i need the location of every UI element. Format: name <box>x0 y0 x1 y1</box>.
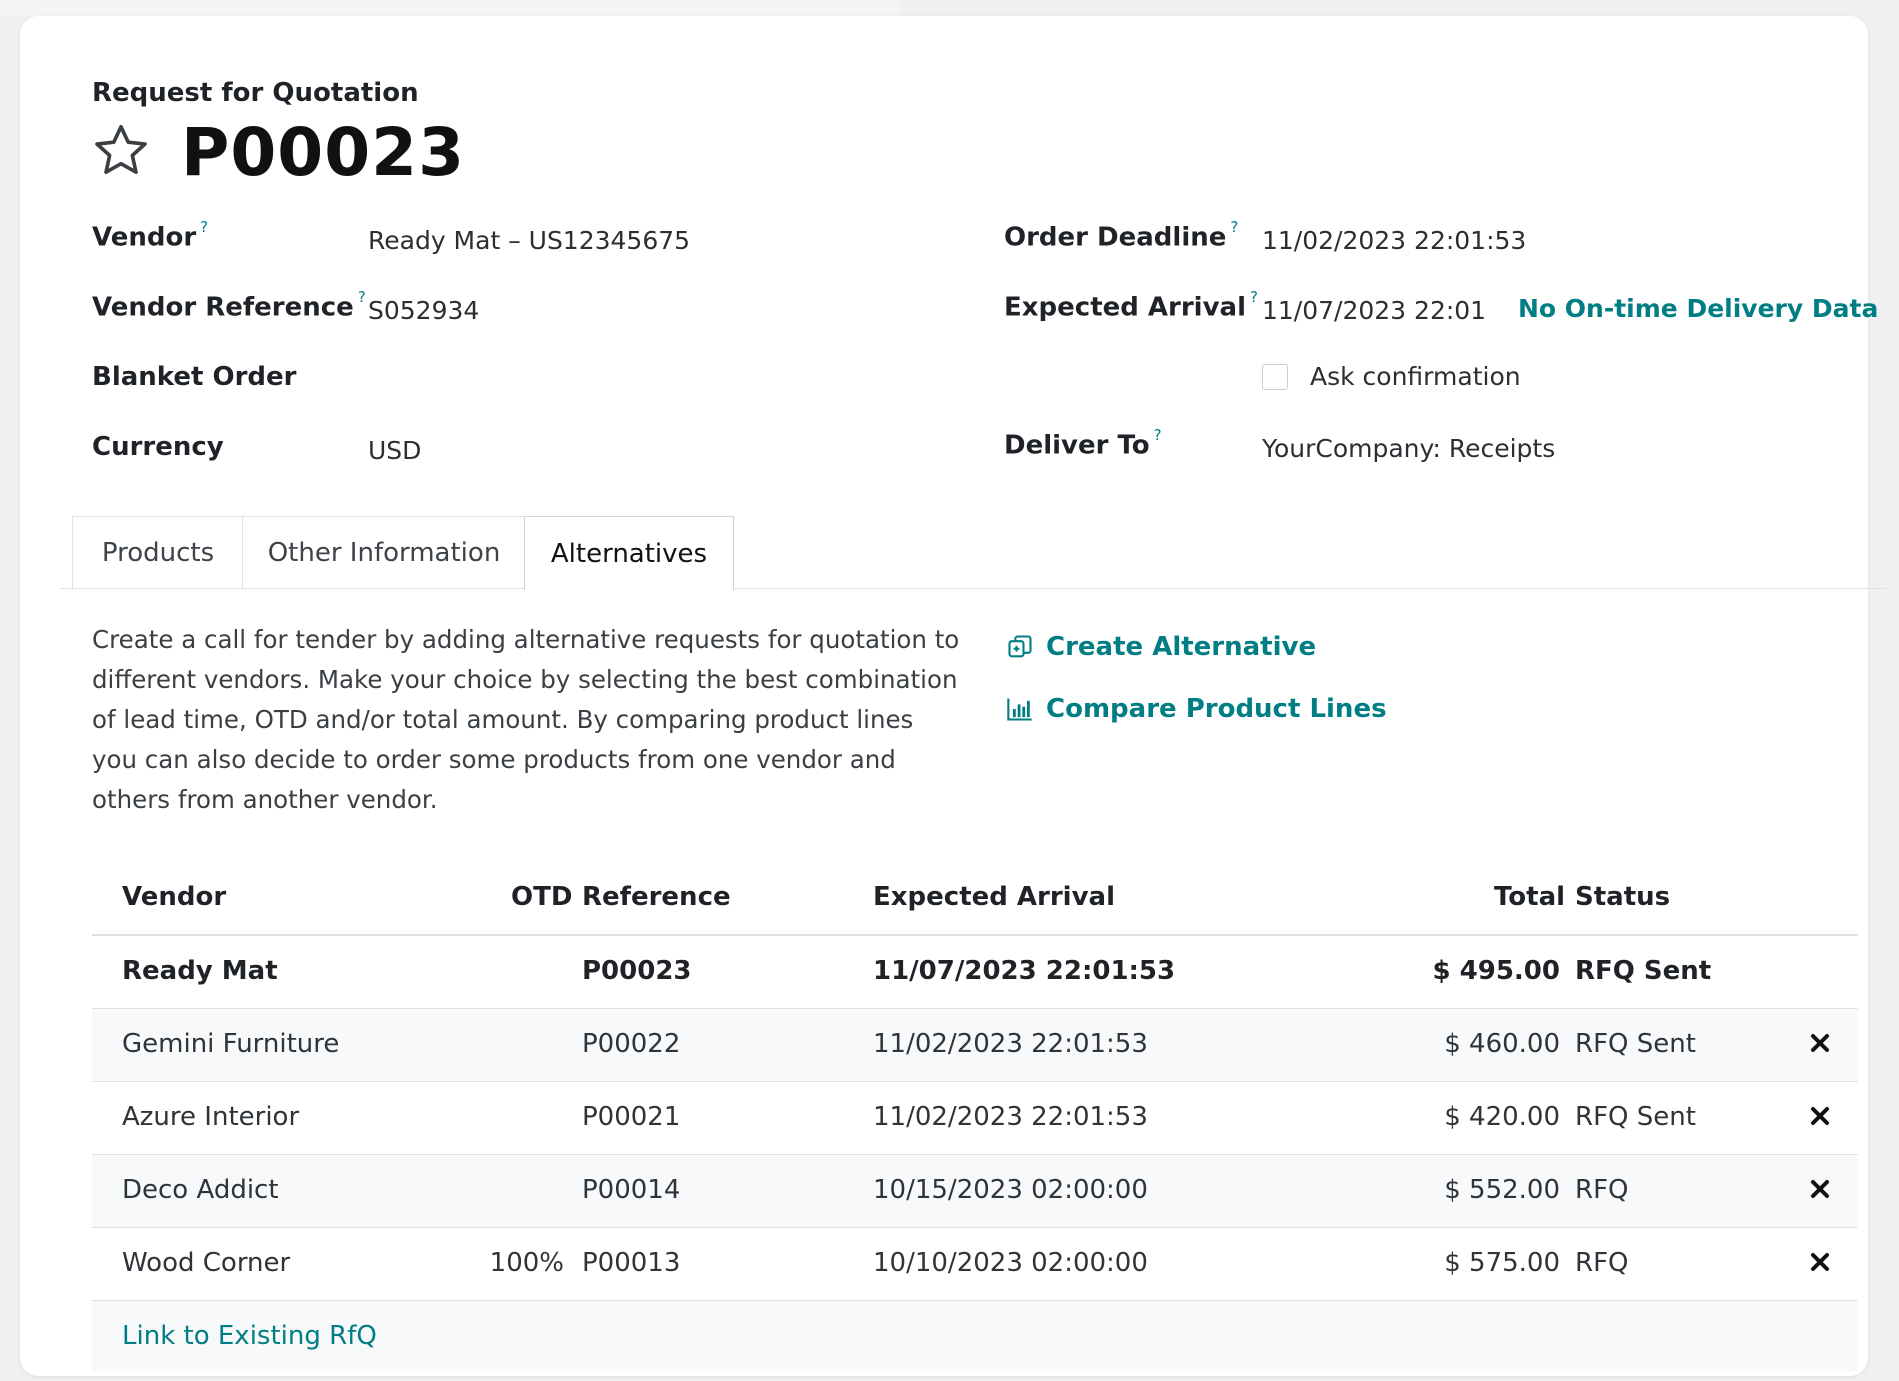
form-subtitle: Request for Quotation <box>92 78 419 108</box>
form-sheet: Request for Quotation P00023 Vendor? Rea… <box>20 16 1886 1376</box>
help-tooltip-icon[interactable]: ? <box>1230 218 1238 236</box>
row-vendor: Deco Addict <box>122 1175 279 1205</box>
ask-confirmation-checkbox[interactable] <box>1262 364 1288 390</box>
column-header-expected-arrival[interactable]: Expected Arrival <box>873 882 1115 912</box>
row-expected-arrival: 10/10/2023 02:00:00 <box>873 1248 1148 1278</box>
vendor-reference-label: Vendor Reference? <box>92 288 366 323</box>
row-reference: P00021 <box>582 1102 681 1132</box>
row-reference: P00022 <box>582 1029 681 1059</box>
row-reference: P00023 <box>582 956 692 986</box>
row-status: RFQ Sent <box>1575 1029 1696 1059</box>
row-total: $ 420.00 <box>1444 1102 1560 1132</box>
remove-icon[interactable] <box>1808 1104 1832 1128</box>
bar-chart-icon <box>1007 698 1032 721</box>
help-tooltip-icon[interactable]: ? <box>1154 426 1162 444</box>
vendor-field[interactable]: Ready Mat – US12345675 <box>368 226 690 255</box>
row-expected-arrival: 11/02/2023 22:01:53 <box>873 1102 1148 1132</box>
tabs-divider <box>60 588 1886 589</box>
row-expected-arrival: 11/07/2023 22:01:53 <box>873 956 1176 986</box>
star-icon[interactable] <box>90 120 152 182</box>
copy-icon <box>1008 635 1032 658</box>
column-header-reference[interactable]: Reference <box>582 882 731 912</box>
vendor-label-text: Vendor <box>92 222 197 253</box>
row-expected-arrival: 10/15/2023 02:00:00 <box>873 1175 1148 1205</box>
record-name: P00023 <box>181 114 465 191</box>
remove-icon[interactable] <box>1808 1031 1832 1055</box>
deliver-to-field[interactable]: YourCompany: Receipts <box>1262 434 1555 463</box>
table-row[interactable]: Deco Addict P00014 10/15/2023 02:00:00 $… <box>92 1155 1858 1228</box>
expected-arrival-label: Expected Arrival? <box>1004 288 1258 323</box>
column-header-status[interactable]: Status <box>1575 882 1670 912</box>
remove-icon[interactable] <box>1808 1177 1832 1201</box>
row-status: RFQ Sent <box>1575 956 1712 986</box>
currency-field[interactable]: USD <box>368 436 421 465</box>
expected-arrival-field[interactable]: 11/07/2023 22:01:5 <box>1262 296 1488 325</box>
top-background <box>0 0 900 16</box>
alternatives-help-text: Create a call for tender by adding alter… <box>92 625 960 814</box>
help-tooltip-icon[interactable]: ? <box>358 288 366 306</box>
compare-product-lines-label: Compare Product Lines <box>1046 694 1387 724</box>
tab-products[interactable]: Products <box>72 516 244 588</box>
create-alternative-label: Create Alternative <box>1046 632 1317 662</box>
tab-alternatives[interactable]: Alternatives <box>524 516 734 590</box>
table-row[interactable]: Azure Interior P00021 11/02/2023 22:01:5… <box>92 1082 1858 1155</box>
row-otd: 100% <box>489 1248 564 1278</box>
row-vendor: Ready Mat <box>122 956 278 986</box>
row-reference: P00013 <box>582 1248 681 1278</box>
compare-product-lines-button[interactable]: Compare Product Lines <box>1006 694 1387 724</box>
row-total: $ 460.00 <box>1444 1029 1560 1059</box>
row-status: RFQ Sent <box>1575 1102 1696 1132</box>
row-total: $ 495.00 <box>1432 956 1560 986</box>
alternatives-table: Vendor OTD Reference Expected Arrival To… <box>92 868 1858 1371</box>
help-tooltip-icon[interactable]: ? <box>200 218 208 236</box>
otd-delivery-note: No On-time Delivery Data <box>1518 294 1879 323</box>
row-status: RFQ <box>1575 1248 1629 1278</box>
order-deadline-field[interactable]: 11/02/2023 22:01:53 <box>1262 226 1526 255</box>
row-total: $ 552.00 <box>1444 1175 1560 1205</box>
blanket-order-field[interactable] <box>368 360 868 396</box>
expected-arrival-label-text: Expected Arrival <box>1004 292 1246 323</box>
vendor-label: Vendor? <box>92 218 208 253</box>
column-header-otd[interactable]: OTD <box>511 882 572 912</box>
link-existing-rfq-link[interactable]: Link to Existing RfQ <box>122 1321 377 1351</box>
row-expected-arrival: 11/02/2023 22:01:53 <box>873 1029 1148 1059</box>
row-reference: P00014 <box>582 1175 681 1205</box>
column-header-total[interactable]: Total <box>1494 882 1565 912</box>
table-row[interactable]: Wood Corner 100% P00013 10/10/2023 02:00… <box>92 1228 1858 1301</box>
vendor-reference-label-text: Vendor Reference <box>92 292 354 323</box>
ask-confirmation-label: Ask confirmation <box>1310 362 1521 391</box>
table-row[interactable]: Ready Mat P00023 11/07/2023 22:01:53 $ 4… <box>92 936 1858 1009</box>
create-alternative-button[interactable]: Create Alternative <box>1006 632 1316 662</box>
column-header-vendor[interactable]: Vendor <box>122 882 226 912</box>
vendor-reference-field[interactable]: S052934 <box>368 296 479 325</box>
table-row[interactable]: Gemini Furniture P00022 11/02/2023 22:01… <box>92 1009 1858 1082</box>
order-deadline-label: Order Deadline? <box>1004 218 1238 253</box>
tab-other-information[interactable]: Other Information <box>242 516 526 588</box>
blanket-order-label: Blanket Order <box>92 362 297 392</box>
order-deadline-label-text: Order Deadline <box>1004 222 1227 253</box>
help-tooltip-icon[interactable]: ? <box>1250 288 1258 306</box>
row-vendor: Gemini Furniture <box>122 1029 340 1059</box>
deliver-to-label: Deliver To? <box>1004 426 1162 461</box>
table-header: Vendor OTD Reference Expected Arrival To… <box>92 868 1858 936</box>
row-status: RFQ <box>1575 1175 1629 1205</box>
table-footer: Link to Existing RfQ <box>92 1301 1858 1371</box>
row-vendor: Azure Interior <box>122 1102 300 1132</box>
currency-label: Currency <box>92 432 224 462</box>
deliver-to-label-text: Deliver To <box>1004 430 1150 461</box>
row-total: $ 575.00 <box>1444 1248 1560 1278</box>
remove-icon[interactable] <box>1808 1250 1832 1274</box>
